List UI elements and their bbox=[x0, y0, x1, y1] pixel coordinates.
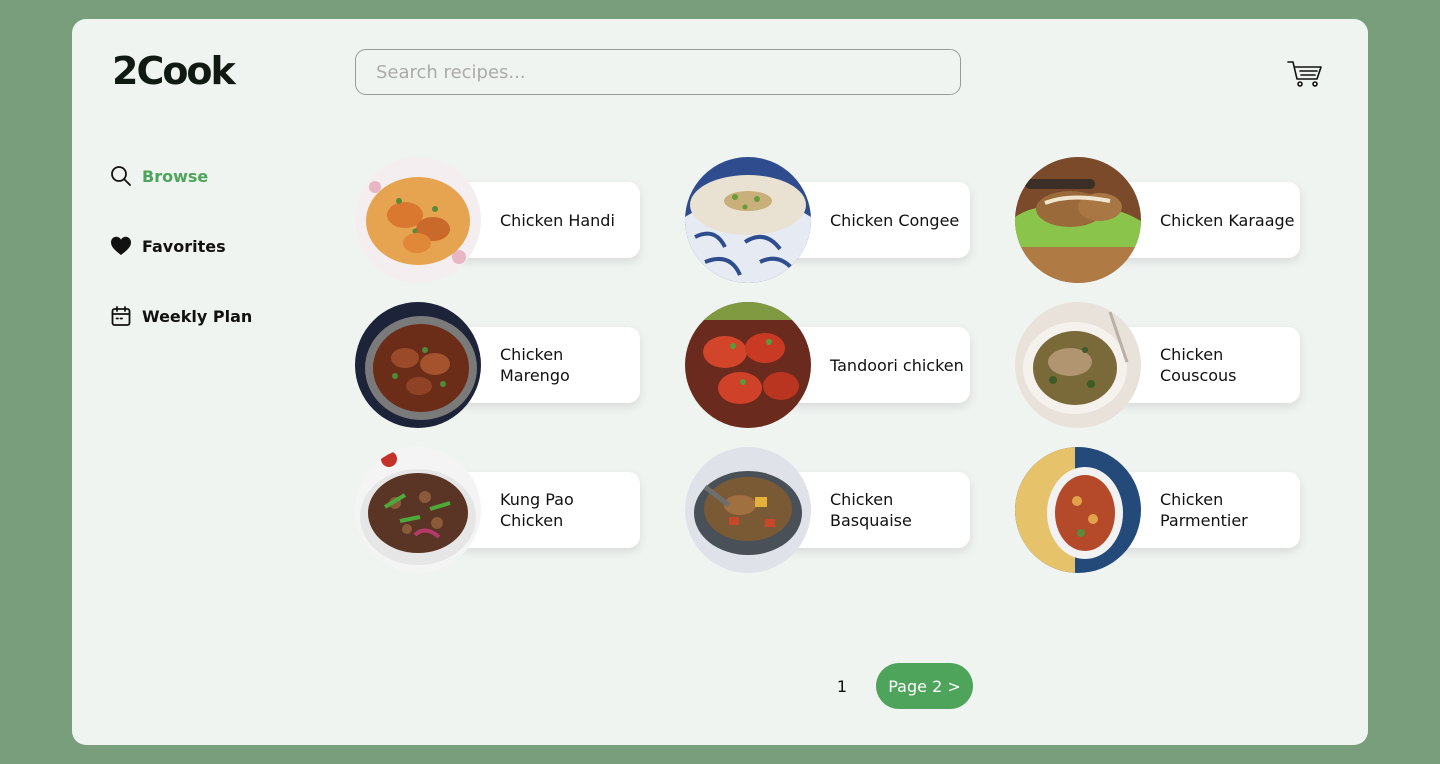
nav-label-browse: Browse bbox=[142, 166, 209, 186]
recipe-title: Chicken Basquaise bbox=[830, 490, 912, 530]
recipe-title: Chicken Handi bbox=[500, 210, 615, 230]
recipe-card[interactable]: Tandoori chicken bbox=[685, 302, 970, 428]
app-logo[interactable]: 2Cook bbox=[112, 49, 236, 93]
recipe-image bbox=[1015, 157, 1141, 283]
recipe-title: Tandoori chicken bbox=[830, 355, 964, 375]
pagination: 1 Page 2 > bbox=[828, 663, 973, 709]
recipe-card[interactable]: Chicken Couscous bbox=[1015, 302, 1300, 428]
recipe-title: Chicken Couscous bbox=[1160, 345, 1237, 385]
recipe-card[interactable]: Chicken Marengo bbox=[355, 302, 640, 428]
recipe-card[interactable]: Chicken Karaage bbox=[1015, 157, 1300, 283]
recipe-title: Chicken Marengo bbox=[500, 345, 570, 385]
recipe-title: Chicken Parmentier bbox=[1160, 490, 1248, 530]
recipe-title: Chicken Karaage bbox=[1160, 210, 1295, 230]
nav-label-favorites: Favorites bbox=[142, 236, 226, 256]
next-page-button[interactable]: Page 2 > bbox=[876, 663, 973, 709]
page-1-link[interactable]: 1 bbox=[828, 677, 856, 696]
recipe-image bbox=[685, 302, 811, 428]
recipe-card[interactable]: Chicken Congee bbox=[685, 157, 970, 283]
calendar-icon bbox=[111, 306, 131, 326]
recipe-image bbox=[1015, 447, 1141, 573]
recipe-title: Kung Pao Chicken bbox=[500, 490, 574, 530]
search-icon bbox=[111, 166, 131, 186]
sidebar-nav: Browse Favorites Weekly Plan bbox=[110, 164, 252, 374]
heart-icon bbox=[111, 236, 131, 255]
nav-item-weekly-plan[interactable]: Weekly Plan bbox=[110, 304, 252, 328]
recipe-card[interactable]: Kung Pao Chicken bbox=[355, 447, 640, 573]
recipe-image bbox=[685, 447, 811, 573]
recipe-card[interactable]: Chicken Parmentier bbox=[1015, 447, 1300, 573]
nav-label-weekly-plan: Weekly Plan bbox=[142, 306, 253, 326]
recipe-title: Chicken Congee bbox=[830, 210, 960, 230]
recipe-image bbox=[685, 157, 811, 283]
recipe-image bbox=[355, 157, 481, 283]
nav-item-favorites[interactable]: Favorites bbox=[110, 234, 252, 258]
cart-icon[interactable] bbox=[1287, 59, 1323, 89]
app-panel: 2Cook Browse Favorites bbox=[72, 19, 1368, 745]
nav-item-browse[interactable]: Browse bbox=[110, 164, 252, 188]
search-input[interactable] bbox=[355, 49, 961, 95]
recipe-image bbox=[355, 447, 481, 573]
recipe-card[interactable]: Chicken Handi bbox=[355, 157, 640, 283]
recipe-image bbox=[1015, 302, 1141, 428]
recipe-image bbox=[355, 302, 481, 428]
recipe-card[interactable]: Chicken Basquaise bbox=[685, 447, 970, 573]
